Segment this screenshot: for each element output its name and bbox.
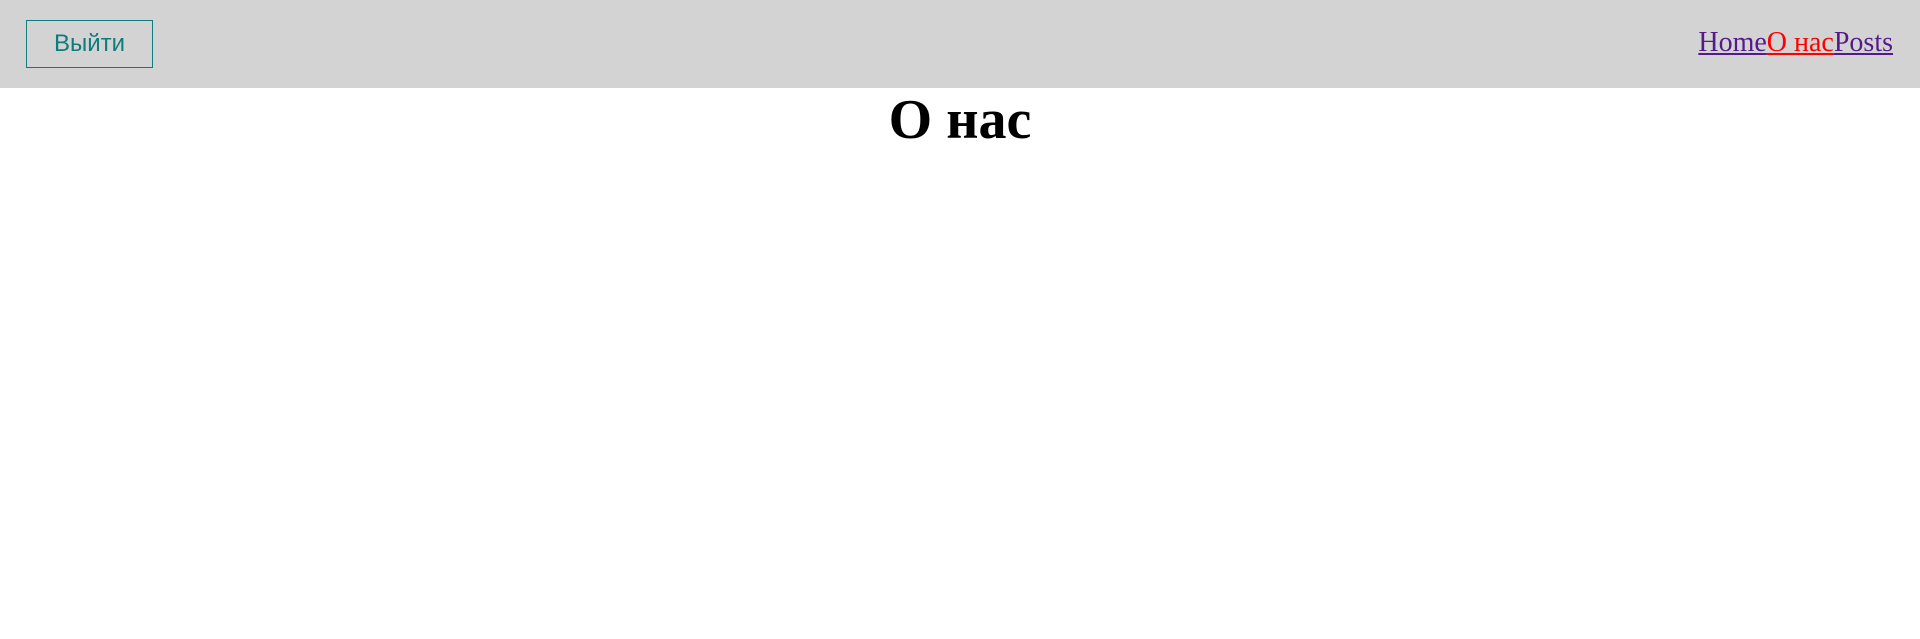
page-title: О нас [888, 89, 1032, 151]
nav-link-posts[interactable]: Posts [1834, 26, 1893, 60]
navbar: Выйти Home О нас Posts [0, 0, 1920, 88]
nav-link-home[interactable]: Home [1698, 26, 1766, 60]
logout-button[interactable]: Выйти [26, 20, 153, 68]
nav-links: Home О нас Posts [1698, 26, 1893, 60]
nav-link-about[interactable]: О нас [1767, 26, 1834, 60]
